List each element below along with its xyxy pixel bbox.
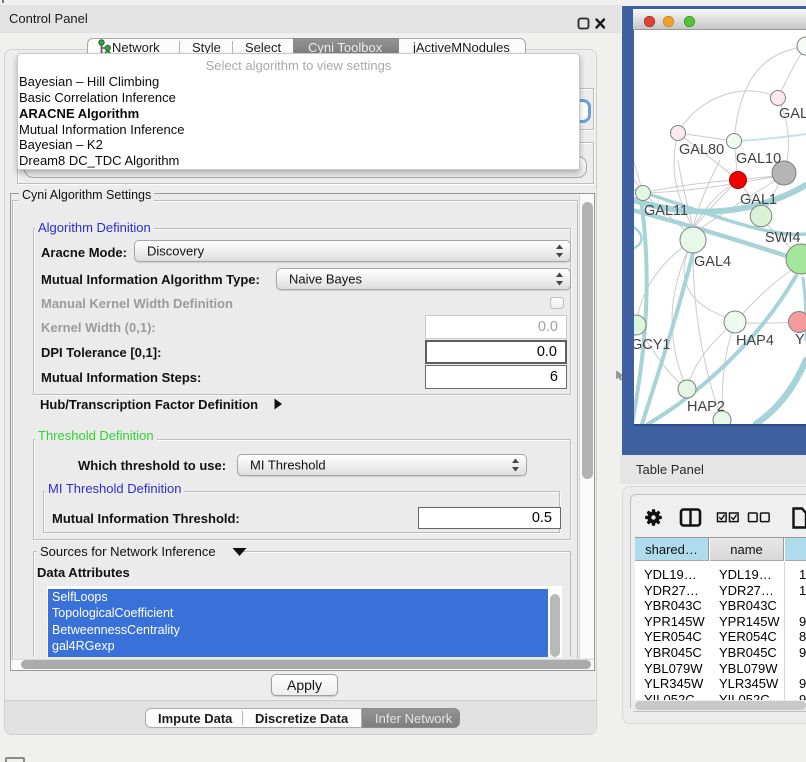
svg-text:HAP2: HAP2 (687, 399, 725, 415)
svg-text:GAL11: GAL11 (644, 203, 688, 219)
svg-text:HAP4: HAP4 (736, 333, 774, 349)
svg-text:GAL10: GAL10 (736, 151, 781, 167)
svg-text:SWI4: SWI4 (765, 230, 800, 246)
svg-text:GAL80: GAL80 (679, 142, 724, 158)
svg-text:GAL: GAL (779, 106, 806, 122)
svg-text:GAL1: GAL1 (740, 192, 777, 208)
svg-text:GCY1: GCY1 (634, 337, 671, 353)
svg-text:Y: Y (795, 332, 805, 348)
svg-text:GAL4: GAL4 (694, 254, 731, 270)
